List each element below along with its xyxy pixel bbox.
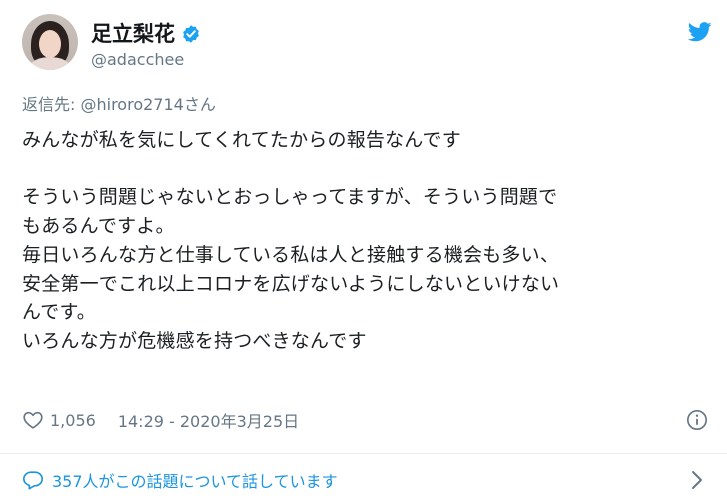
divider xyxy=(0,453,727,454)
conversation-label[interactable]: 357人がこの話題について話しています xyxy=(52,468,338,492)
avatar-shirt xyxy=(30,57,70,70)
tweet-text: みんなが私を気にしてくれてたからの報告なんです そういう問題じゃないとおっしゃっ… xyxy=(22,129,560,352)
avatar-face xyxy=(39,30,61,58)
tweet-card: 足立梨花 @adacchee 返信先: @hiroro2714さん みんなが私を… xyxy=(0,0,727,501)
tweet-header: 足立梨花 @adacchee xyxy=(22,14,712,74)
reply-to-line: 返信先: @hiroro2714さん xyxy=(22,95,216,115)
user-handle[interactable]: @adacchee xyxy=(91,50,184,70)
chevron-right-icon[interactable] xyxy=(690,470,704,490)
twitter-bird-icon[interactable] xyxy=(688,22,712,42)
tweet-timestamp[interactable]: 14:29 - 2020年3月25日 xyxy=(118,408,299,432)
tweet-meta-row: 1,056 14:29 - 2020年3月25日 xyxy=(22,405,712,435)
avatar[interactable] xyxy=(22,14,78,70)
info-icon[interactable] xyxy=(686,409,708,431)
reply-to-mention[interactable]: @hiroro2714さん xyxy=(80,95,215,114)
like-count[interactable]: 1,056 xyxy=(50,411,96,430)
speech-bubble-icon xyxy=(23,471,43,490)
conversation-link[interactable]: 357人がこの話題について話しています xyxy=(22,466,712,494)
display-name-row: 足立梨花 xyxy=(91,20,201,48)
verified-badge-icon xyxy=(183,25,199,43)
heart-icon[interactable] xyxy=(22,409,44,431)
display-name[interactable]: 足立梨花 xyxy=(91,20,175,48)
reply-to-prefix: 返信先: xyxy=(22,95,81,114)
